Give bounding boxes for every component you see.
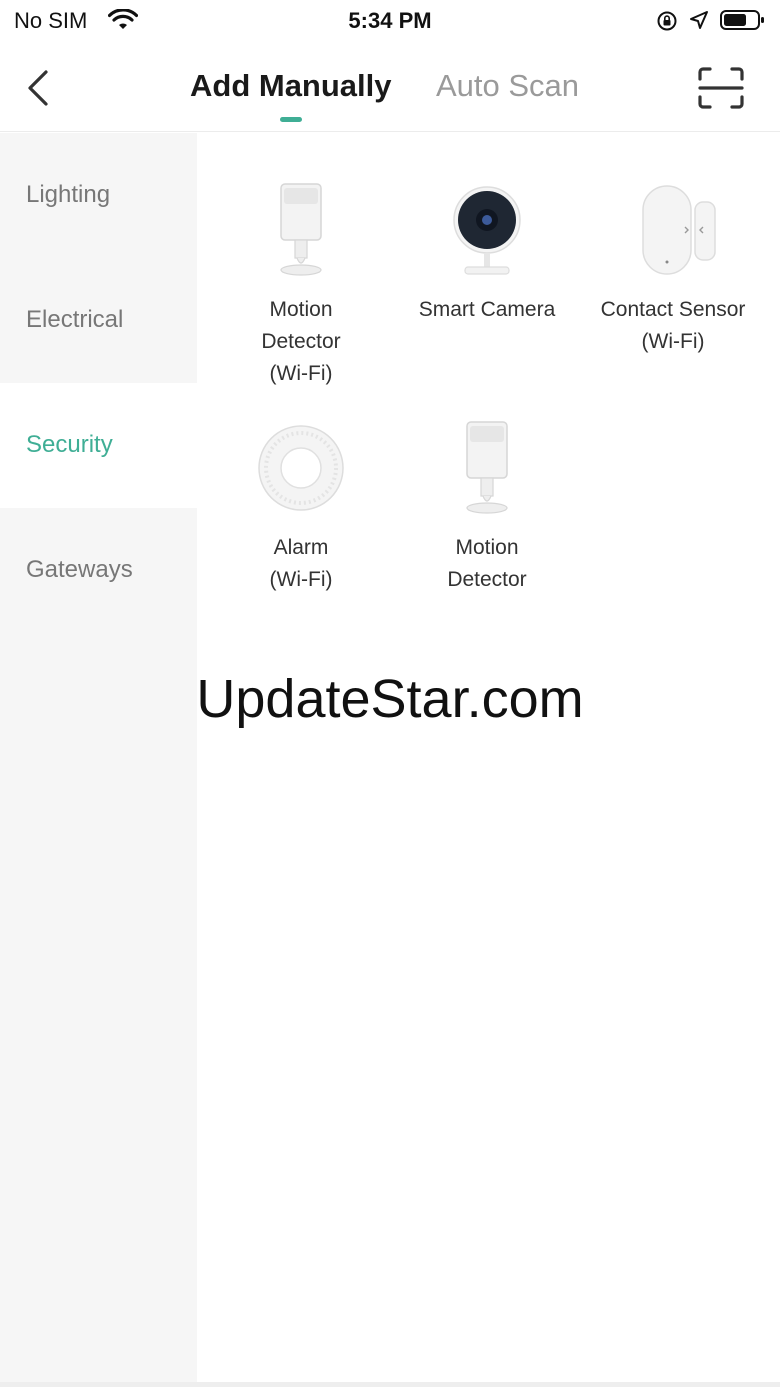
bottom-edge	[0, 1382, 780, 1387]
scan-frame-icon[interactable]	[697, 66, 745, 110]
device-label: Smart Camera	[418, 298, 556, 321]
device-label: Alarm (Wi-Fi)	[269, 536, 333, 591]
motion-detector-icon	[466, 421, 508, 514]
device-contact-sensor-wifi[interactable]: Contact Sensor (Wi-Fi)	[580, 180, 766, 358]
tab-auto-scan[interactable]: Auto Scan	[436, 68, 579, 104]
device-label: Motion Detector (Wi-Fi)	[261, 298, 341, 385]
chevron-left-icon[interactable]	[22, 66, 56, 110]
sidebar-item-label: Electrical	[26, 306, 124, 333]
device-motion-detector[interactable]: Motion Detector	[394, 418, 580, 596]
sidebar-item-label: Gateways	[26, 556, 133, 583]
sidebar-item-lighting[interactable]: Lighting	[0, 133, 197, 258]
device-motion-detector-wifi[interactable]: Motion Detector (Wi-Fi)	[208, 180, 394, 390]
alarm-icon	[258, 425, 344, 511]
smart-camera-icon	[453, 186, 521, 275]
device-label: Contact Sensor (Wi-Fi)	[600, 298, 746, 353]
category-sidebar: Lighting Electrical Security Gateways	[0, 133, 197, 1387]
location-icon	[690, 11, 708, 29]
sidebar-item-gateways[interactable]: Gateways	[0, 508, 197, 633]
device-label: Motion Detector	[447, 536, 527, 591]
battery-icon	[720, 10, 764, 30]
sidebar-item-label: Security	[26, 431, 113, 458]
active-tab-indicator	[280, 117, 302, 122]
status-bar: No SIM 5:34 PM	[0, 0, 780, 44]
device-smart-camera[interactable]: Smart Camera	[394, 180, 580, 326]
sidebar-item-security[interactable]: Security	[0, 383, 197, 508]
watermark: UpdateStar.com	[196, 669, 584, 729]
tab-add-manually[interactable]: Add Manually	[190, 68, 392, 104]
contact-sensor-icon	[642, 185, 716, 275]
sidebar-item-electrical[interactable]: Electrical	[0, 258, 197, 383]
sidebar-item-label: Lighting	[26, 181, 111, 208]
nav-bar: Add Manually Auto Scan	[0, 44, 780, 132]
motion-detector-icon	[280, 183, 322, 276]
orientation-lock-icon	[657, 11, 677, 31]
device-alarm-wifi[interactable]: Alarm (Wi-Fi)	[208, 418, 394, 596]
